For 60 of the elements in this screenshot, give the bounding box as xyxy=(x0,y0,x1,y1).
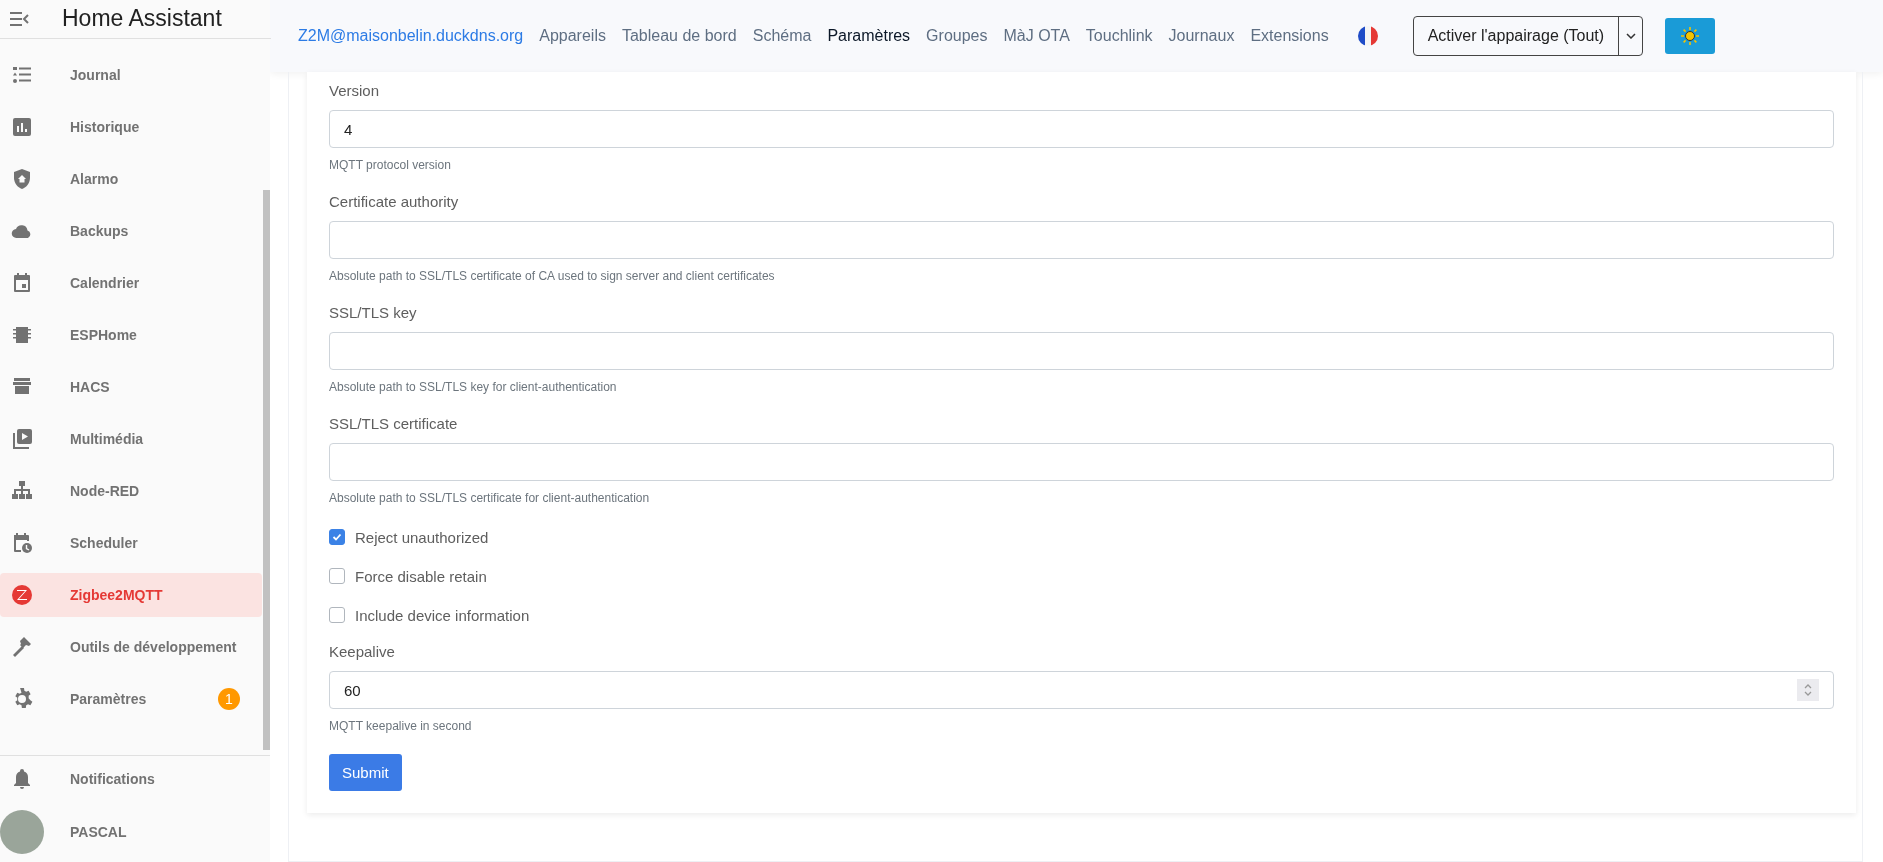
nav-link[interactable]: Paramètres xyxy=(827,27,911,45)
checkbox-label: Force disable retain xyxy=(355,567,487,585)
app-title: Home Assistant xyxy=(62,5,222,33)
field-label: SSL/TLS key xyxy=(329,304,418,321)
field-hint: MQTT protocol version xyxy=(329,158,452,172)
checkbox-label: Reject unauthorized xyxy=(355,528,489,546)
nav-link[interactable]: Journaux xyxy=(1168,27,1235,45)
sidebar-item[interactable]: Zigbee2MQTT xyxy=(0,572,262,617)
nav-link[interactable]: Extensions xyxy=(1250,27,1329,45)
flag-icon[interactable] xyxy=(1356,25,1379,47)
zigbee-icon xyxy=(10,582,34,607)
input-field[interactable]: 60 xyxy=(329,671,1834,709)
sidebar-item[interactable]: Multimédia xyxy=(0,416,262,461)
input-field[interactable] xyxy=(329,443,1834,481)
field-label: Certificate authority xyxy=(329,193,460,210)
input-field[interactable]: 4 xyxy=(329,110,1834,148)
sun-icon xyxy=(1681,27,1700,45)
nav-link[interactable]: Touchlink xyxy=(1085,27,1153,45)
field-label: SSL/TLS certificate xyxy=(329,415,459,432)
brand-link[interactable]: Z2M@maisonbelin.duckdns.org xyxy=(298,27,524,45)
nav-link[interactable]: Tableau de bord xyxy=(621,27,737,45)
input-field[interactable] xyxy=(329,332,1834,370)
checkbox[interactable] xyxy=(329,529,345,545)
spinner-icon[interactable] xyxy=(1797,679,1819,701)
sidebar-item[interactable]: Backups xyxy=(0,208,262,253)
checkbox[interactable] xyxy=(329,607,345,623)
sidebar-item[interactable]: PASCAL xyxy=(0,810,262,854)
nav-link[interactable]: Appareils xyxy=(539,27,606,45)
checkmark-icon xyxy=(332,532,342,542)
sidebar-item[interactable]: Historique xyxy=(0,104,262,149)
sidebar-item[interactable]: Alarmo xyxy=(0,156,262,201)
avatar xyxy=(0,810,44,854)
field-hint: MQTT keepalive in second xyxy=(329,719,473,733)
field-label: Version xyxy=(329,82,381,99)
checkbox-label: Include device information xyxy=(355,606,530,624)
sidebar-item[interactable]: Scheduler xyxy=(0,520,262,565)
scrollbar[interactable] xyxy=(263,190,270,750)
sidebar-item[interactable]: Calendrier xyxy=(0,260,262,305)
caret-icon xyxy=(1625,33,1636,39)
nav-link[interactable]: Groupes xyxy=(926,27,988,45)
sidebar-item[interactable]: HACS xyxy=(0,364,262,409)
sidebar-item[interactable]: Journal xyxy=(0,52,262,97)
sidebar-item[interactable]: ESPHome xyxy=(0,312,262,357)
field-hint: Absolute path to SSL/TLS certificate for client-authentication xyxy=(329,491,651,505)
sidebar-item[interactable]: Notifications xyxy=(0,763,262,794)
sidebar-item[interactable]: Node-RED xyxy=(0,468,262,513)
field-hint: Absolute path to SSL/TLS certificate of CA used to sign server and client certificates xyxy=(329,269,776,283)
nav-link[interactable]: MàJ OTA xyxy=(1003,27,1070,45)
sun-button[interactable] xyxy=(1665,18,1716,54)
field-hint: Absolute path to SSL/TLS key for client-authentication xyxy=(329,380,618,394)
sidebar-item[interactable]: Paramètres 1 xyxy=(0,676,262,721)
checkbox[interactable] xyxy=(329,568,345,584)
notification-badge: 1 xyxy=(218,687,240,710)
input-field[interactable] xyxy=(329,221,1834,259)
submit-button[interactable]: Submit xyxy=(329,754,402,791)
menu-icon[interactable] xyxy=(10,11,30,26)
media-icon xyxy=(10,426,34,451)
field-label: Keepalive xyxy=(329,643,396,660)
nav-link[interactable]: Schéma xyxy=(752,27,812,45)
sidebar-item[interactable]: Outils de développement xyxy=(0,624,262,669)
